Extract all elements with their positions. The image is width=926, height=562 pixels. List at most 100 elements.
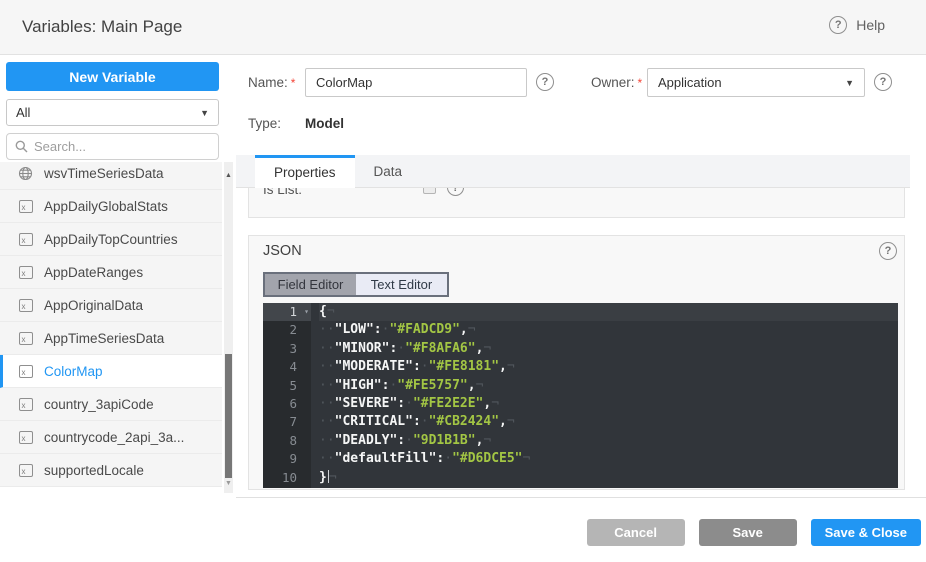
search-input[interactable]: Search...: [6, 133, 219, 160]
scrollbar-thumb[interactable]: [225, 354, 232, 478]
is-list-label: Is List:: [263, 188, 302, 197]
variable-name: AppDailyTopCountries: [44, 232, 178, 247]
owner-select[interactable]: Application ▼: [647, 68, 865, 97]
save-button[interactable]: Save: [699, 519, 797, 546]
variable-list-item[interactable]: x supportedLocale: [0, 454, 222, 487]
chevron-down-icon: ▼: [845, 78, 854, 88]
scroll-down-icon[interactable]: ▼: [224, 480, 233, 487]
code-line: ··"MODERATE":·"#FE8181",¬: [319, 358, 898, 376]
chevron-down-icon: ▼: [200, 108, 209, 118]
text-editor-button[interactable]: Text Editor: [356, 274, 447, 295]
search-placeholder: Search...: [34, 139, 86, 154]
variable-icon: x: [18, 331, 33, 346]
field-editor-button[interactable]: Field Editor: [265, 274, 356, 295]
variable-icon: x: [18, 232, 33, 247]
page-title: Variables: Main Page: [22, 17, 182, 37]
code-line: ··"HIGH":·"#FE5757",¬: [319, 377, 898, 395]
help-button[interactable]: ? Help: [829, 16, 885, 34]
variable-name: country_3apiCode: [44, 397, 154, 412]
variable-list-item[interactable]: x AppOriginalData: [0, 289, 222, 322]
variable-name: countrycode_2api_3a...: [44, 430, 184, 445]
variable-list-item[interactable]: x ColorMap: [0, 355, 222, 388]
code-line: {¬: [319, 303, 898, 321]
json-section: JSON ? Field EditorText Editor 1▾2345678…: [248, 235, 905, 490]
variable-icon: x: [18, 397, 33, 412]
variable-name: AppDateRanges: [44, 265, 143, 280]
variable-list-item[interactable]: x AppDateRanges: [0, 256, 222, 289]
code-line: ··"LOW":·"#FADCD9",¬: [319, 321, 898, 339]
dialog-footer: Cancel Save Save & Close: [236, 497, 926, 562]
variable-icon: x: [18, 463, 33, 478]
name-field[interactable]: [305, 68, 527, 97]
line-number: 4: [263, 358, 311, 376]
tab-data[interactable]: Data: [355, 155, 422, 188]
variable-list-item[interactable]: x country_3apiCode: [0, 388, 222, 421]
is-list-panel: Is List: ?: [248, 188, 905, 218]
line-number: 2: [263, 321, 311, 339]
line-number: 8: [263, 432, 311, 450]
type-value: Model: [305, 113, 344, 135]
owner-help-icon[interactable]: ?: [874, 73, 892, 91]
json-help-icon[interactable]: ?: [879, 242, 897, 260]
editor-gutter: 1▾2345678910: [263, 303, 311, 488]
owner-label: Owner:*: [591, 68, 642, 98]
sidebar-scrollbar[interactable]: ▲ ▼: [224, 162, 233, 493]
tab-properties[interactable]: Properties: [255, 155, 355, 188]
line-number: 10: [263, 469, 311, 487]
json-section-title: JSON: [263, 243, 302, 259]
code-line: ··"DEADLY":·"9D1B1B",¬: [319, 432, 898, 450]
required-asterisk: *: [291, 76, 296, 90]
is-list-checkbox[interactable]: [423, 188, 436, 194]
variable-name: AppTimeSeriesData: [44, 331, 164, 346]
globe-icon: [18, 166, 33, 181]
type-label: Type:: [248, 113, 281, 135]
variable-icon: x: [18, 298, 33, 313]
filter-selected-value: All: [16, 105, 30, 120]
code-line: ··"SEVERE":·"#FE2E2E",¬: [319, 395, 898, 413]
line-number: 7: [263, 413, 311, 431]
variable-list-item[interactable]: x AppDailyTopCountries: [0, 223, 222, 256]
variables-dialog: Variables: Main Page ? Help New Variable…: [0, 0, 926, 562]
variable-filter-select[interactable]: All ▼: [6, 99, 219, 126]
variable-icon: x: [18, 364, 33, 379]
required-asterisk: *: [638, 76, 643, 90]
variable-name: AppOriginalData: [44, 298, 143, 313]
variable-list-item[interactable]: wsvTimeSeriesData: [0, 162, 222, 190]
scroll-up-icon[interactable]: ▲: [224, 172, 233, 179]
json-code-editor[interactable]: 1▾2345678910 {¬··"LOW":·"#FADCD9",¬··"MI…: [263, 303, 898, 488]
editor-mode-toggle: Field EditorText Editor: [263, 272, 449, 297]
line-number: 3: [263, 340, 311, 358]
sidebar: New Variable All ▼ Search... wsvTimeSeri…: [0, 56, 236, 562]
line-number: 6: [263, 395, 311, 413]
fold-arrow-icon[interactable]: ▾: [304, 303, 309, 321]
variable-list: wsvTimeSeriesData x AppDailyGlobalStats x Ap…: [0, 162, 222, 493]
dialog-header: Variables: Main Page ? Help: [0, 0, 926, 55]
cancel-button[interactable]: Cancel: [587, 519, 685, 546]
variable-list-item[interactable]: x AppDailyGlobalStats: [0, 190, 222, 223]
code-line: ··"MINOR":·"#F8AFA6",¬: [319, 340, 898, 358]
code-line: ··"defaultFill":·"#D6DCE5"¬: [319, 450, 898, 468]
line-number: 1▾: [263, 303, 311, 321]
variable-list-item[interactable]: x countrycode_2api_3a...: [0, 421, 222, 454]
editor-code[interactable]: {¬··"LOW":·"#FADCD9",¬··"MINOR":·"#F8AFA…: [311, 303, 898, 488]
tab-bar: PropertiesData: [236, 155, 910, 188]
is-list-help-icon[interactable]: ?: [447, 188, 464, 196]
help-icon: ?: [829, 16, 847, 34]
name-help-icon[interactable]: ?: [536, 73, 554, 91]
new-variable-button[interactable]: New Variable: [6, 62, 219, 91]
code-line: }¬: [319, 469, 898, 487]
editor-panel: Name:* ? Owner:* Application ▼ ? Type: M…: [236, 56, 926, 497]
save-close-button[interactable]: Save & Close: [811, 519, 921, 546]
variable-name: wsvTimeSeriesData: [44, 166, 164, 181]
help-label: Help: [856, 17, 885, 33]
owner-selected-value: Application: [658, 75, 722, 90]
variable-name: AppDailyGlobalStats: [44, 199, 168, 214]
variable-icon: x: [18, 265, 33, 280]
variable-list-item[interactable]: x AppTimeSeriesData: [0, 322, 222, 355]
search-icon: [15, 140, 28, 153]
variable-name: ColorMap: [44, 364, 103, 379]
variable-icon: x: [18, 430, 33, 445]
variable-icon: x: [18, 199, 33, 214]
variable-name: supportedLocale: [44, 463, 144, 478]
line-number: 5: [263, 377, 311, 395]
